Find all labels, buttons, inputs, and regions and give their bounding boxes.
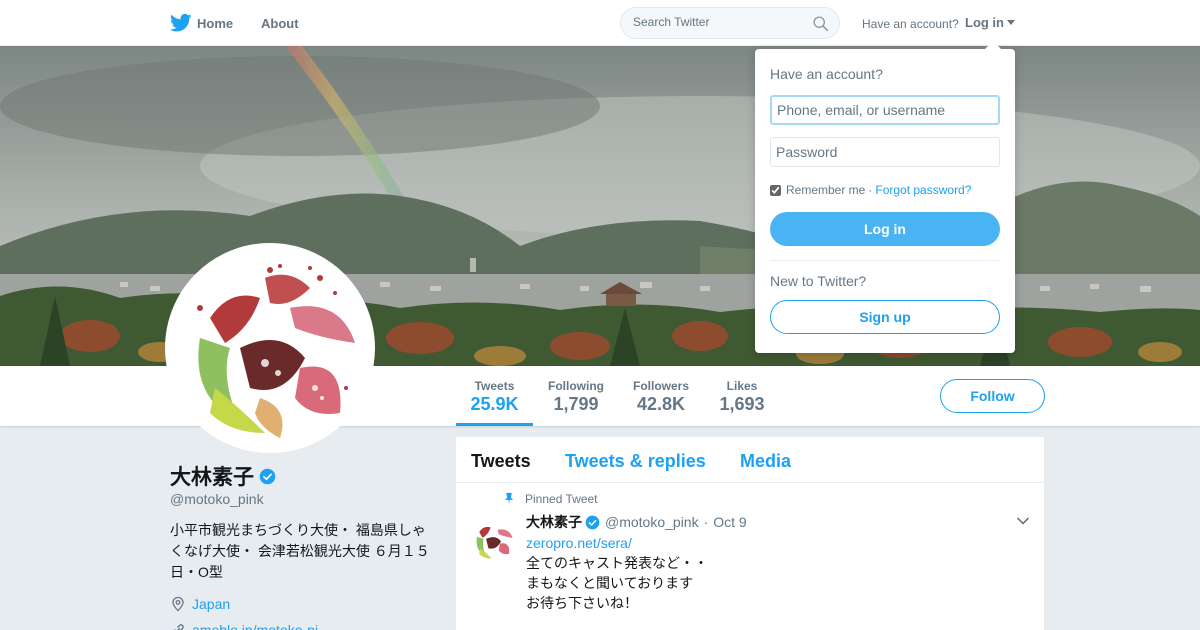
verified-badge-icon bbox=[585, 515, 600, 529]
stat-followers[interactable]: Followers 42.8K bbox=[626, 366, 696, 426]
separator-dot: · bbox=[868, 183, 873, 197]
tweet-line: まもなくと聞いております bbox=[526, 575, 694, 591]
remember-me-label[interactable]: Remember me bbox=[786, 183, 865, 197]
login-submit-button[interactable]: Log in bbox=[770, 212, 1000, 246]
dropdown-caret bbox=[985, 41, 1001, 49]
tweet-avatar[interactable] bbox=[470, 516, 516, 562]
timeline-tabs: Tweets Tweets & replies Media bbox=[456, 437, 1044, 483]
location-text[interactable]: Japan bbox=[192, 596, 230, 612]
nav-about-link[interactable]: About bbox=[261, 16, 299, 31]
bio-line: 日・O型 bbox=[170, 564, 223, 580]
tweet-author-handle[interactable]: @motoko_pink bbox=[605, 514, 699, 530]
stat-value: 25.9K bbox=[470, 394, 519, 414]
chevron-down-icon[interactable] bbox=[1016, 514, 1030, 528]
profile-name[interactable]: 大林素子 bbox=[170, 461, 276, 491]
tweet-line: 全てのキャスト発表など・・ bbox=[526, 555, 708, 571]
stat-label: Likes bbox=[726, 379, 758, 393]
stat-likes[interactable]: Likes 1,693 bbox=[712, 366, 772, 426]
tweet-link[interactable]: zeropro.net/sera/ bbox=[526, 533, 708, 553]
login-dropdown-toggle[interactable]: Log in bbox=[965, 15, 1015, 30]
stat-tweets[interactable]: Tweets 25.9K bbox=[456, 366, 533, 426]
tweet-timestamp[interactable]: Oct 9 bbox=[713, 514, 746, 530]
tweet-separator: · bbox=[703, 514, 709, 530]
divider bbox=[770, 260, 1000, 261]
remember-me-row: Remember me · Forgot password? bbox=[770, 183, 971, 197]
tweet-avatar-art bbox=[470, 516, 516, 562]
stat-following[interactable]: Following 1,799 bbox=[540, 366, 612, 426]
password-input[interactable] bbox=[770, 137, 1000, 167]
tweet-text: zeropro.net/sera/ 全てのキャスト発表など・・ まもなくと聞いて… bbox=[526, 533, 708, 613]
link-icon bbox=[174, 624, 184, 630]
tweet-line: お待ち下さいね！ bbox=[526, 595, 638, 611]
new-to-twitter-text: New to Twitter? bbox=[770, 273, 867, 289]
pin-icon bbox=[504, 492, 514, 505]
username-input[interactable] bbox=[770, 95, 1000, 125]
search-input[interactable] bbox=[633, 15, 803, 29]
forgot-password-link[interactable]: Forgot password? bbox=[875, 183, 971, 197]
tweet-header: 大林素子 @motoko_pink · Oct 9 bbox=[526, 512, 747, 532]
login-nav-label: Log in bbox=[965, 15, 1004, 30]
search-box[interactable] bbox=[620, 7, 840, 39]
tab-tweets-and-replies[interactable]: Tweets & replies bbox=[565, 451, 706, 472]
have-account-text: Have an account? bbox=[862, 17, 959, 31]
location-pin-icon bbox=[172, 596, 184, 612]
url-text[interactable]: ameblo.jp/motoko-pi bbox=[192, 622, 318, 630]
profile-location[interactable]: Japan bbox=[170, 596, 230, 612]
remember-me-checkbox[interactable] bbox=[770, 184, 781, 196]
pinned-tweet-label: Pinned Tweet bbox=[525, 492, 598, 506]
profile-url[interactable]: ameblo.jp/motoko-pi bbox=[170, 622, 318, 630]
login-dropdown: Have an account? Remember me · Forgot pa… bbox=[755, 41, 1015, 353]
follow-button[interactable]: Follow bbox=[940, 379, 1045, 413]
twitter-bird-icon[interactable] bbox=[170, 13, 192, 33]
bio-line: 小平市観光まちづくり大使・ 福島県しゃ bbox=[170, 522, 426, 538]
signup-button[interactable]: Sign up bbox=[770, 300, 1000, 334]
top-navigation: Home About Have an account? Log in bbox=[0, 0, 1200, 46]
caret-down-icon bbox=[1007, 20, 1015, 25]
stat-value: 42.8K bbox=[636, 394, 686, 414]
search-icon[interactable] bbox=[812, 15, 829, 32]
avatar-art bbox=[170, 248, 370, 448]
nav-home-link[interactable]: Home bbox=[197, 16, 233, 31]
pinned-tweet[interactable]: Pinned Tweet 大林素子 @motoko_pink · Oct 9 z… bbox=[456, 484, 1044, 630]
stat-label: Followers bbox=[632, 379, 689, 393]
profile-bio: 小平市観光まちづくり大使・ 福島県しゃ くなげ大使・ 会津若松観光大使 ６月１５… bbox=[170, 520, 435, 583]
bio-line: くなげ大使・ 会津若松観光大使 ６月１５ bbox=[170, 543, 430, 559]
timeline: Tweets Tweets & replies Media Pinned Twe… bbox=[456, 437, 1044, 630]
profile-avatar[interactable] bbox=[165, 243, 375, 453]
profile-screen-name[interactable]: @motoko_pink bbox=[170, 491, 264, 507]
stat-value: 1,693 bbox=[719, 394, 765, 414]
profile-name-text: 大林素子 bbox=[170, 466, 254, 489]
verified-badge-icon bbox=[259, 468, 276, 484]
login-dropdown-title: Have an account? bbox=[770, 66, 883, 82]
tab-media[interactable]: Media bbox=[740, 451, 791, 472]
stat-label: Following bbox=[548, 379, 604, 393]
stat-label: Tweets bbox=[474, 379, 515, 393]
tweet-author-name[interactable]: 大林素子 bbox=[526, 512, 582, 532]
tab-tweets[interactable]: Tweets bbox=[471, 451, 531, 472]
stat-value: 1,799 bbox=[553, 394, 599, 414]
